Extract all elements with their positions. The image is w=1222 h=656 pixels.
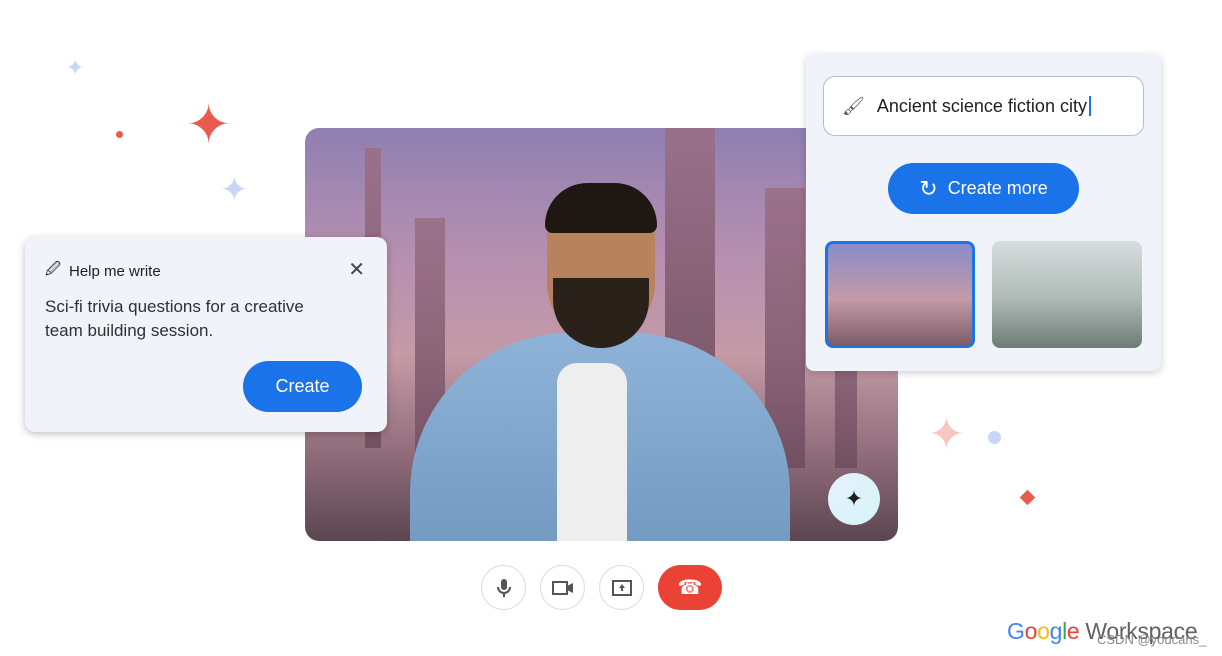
hang-up-icon: ☎	[677, 577, 703, 599]
create-button[interactable]: Create	[243, 361, 362, 412]
microphone-icon	[496, 578, 511, 597]
effects-sparkle-button[interactable]: ✦	[828, 473, 880, 525]
sparkle-icon: ✦	[186, 95, 232, 155]
diamond-icon	[1019, 489, 1036, 506]
present-screen-icon	[611, 579, 632, 596]
end-call-button[interactable]: ☎	[658, 565, 722, 610]
camera-button[interactable]	[540, 565, 585, 610]
prompt-text: Sci-fi trivia questions for a creative t…	[45, 297, 304, 340]
sparkle-icon: ✦	[66, 55, 85, 80]
microphone-button[interactable]	[481, 565, 526, 610]
refresh-icon: ↻	[919, 175, 938, 201]
create-more-button[interactable]: ↻ Create more	[888, 163, 1079, 214]
camera-icon	[551, 580, 573, 595]
sparkle-icon: ✦	[220, 171, 249, 209]
generated-image-thumbnail[interactable]	[992, 241, 1142, 348]
close-icon[interactable]: ✕	[348, 257, 365, 282]
generated-image-thumbnail-selected[interactable]	[825, 241, 975, 348]
dot-icon	[988, 431, 1001, 444]
sparkle-icon: ✦	[928, 410, 965, 459]
prompt-input[interactable]: 🖌 Ancient science fiction city	[823, 76, 1144, 136]
brush-icon: 🖌	[842, 95, 865, 116]
magic-pen-icon: 🖉	[45, 261, 61, 278]
card-title: Help me write	[69, 263, 161, 280]
dot-icon	[116, 131, 123, 138]
watermark: CSDN @youcans_	[1097, 632, 1207, 647]
help-me-write-card: 🖉 Help me write ✕ Sci-fi trivia questions…	[25, 237, 387, 432]
present-screen-button[interactable]	[599, 565, 644, 610]
image-generator-card: 🖌 Ancient science fiction city ↻ Create mo…	[806, 54, 1161, 371]
